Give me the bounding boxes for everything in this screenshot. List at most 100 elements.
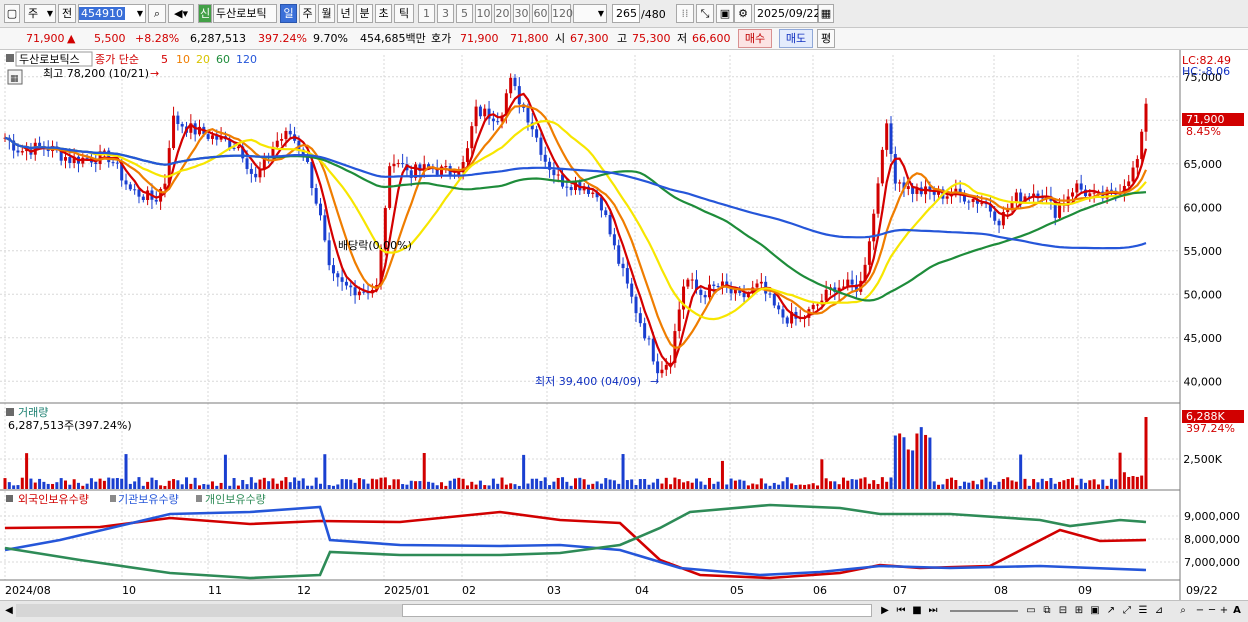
volume-bar (210, 481, 214, 489)
candle-body (1140, 131, 1144, 160)
tab-month[interactable]: 월 (318, 4, 335, 23)
volume-bar (409, 480, 413, 489)
chart-tool-icon[interactable]: ⤡ (696, 4, 714, 23)
candle-body (638, 313, 642, 324)
tab-minute[interactable]: 분 (356, 4, 373, 23)
stock-name[interactable]: 두산로보틱 (213, 4, 277, 23)
zoom-out-icon[interactable]: − (1194, 604, 1206, 618)
zoom-line-icon[interactable]: ─ (1206, 604, 1218, 618)
candle-body (254, 173, 258, 178)
trend-tool-icon[interactable]: ⤢ (1120, 604, 1134, 618)
scroll-left-icon[interactable]: ◀ (4, 604, 14, 618)
volume-bar (794, 485, 798, 489)
volume-bar (833, 481, 837, 489)
price-axis-label: 60,000 (1184, 201, 1223, 214)
candle-body (1058, 205, 1062, 218)
legend-marker-icon (6, 54, 14, 62)
interval-30[interactable]: 30 (513, 4, 530, 23)
layout-icon[interactable]: ▭ (1024, 604, 1038, 618)
candle-body (478, 106, 482, 117)
candle-body (898, 182, 902, 184)
candle-body (401, 163, 405, 165)
zoom-in-icon[interactable]: + (1218, 604, 1230, 618)
tab-day[interactable]: 일 (280, 4, 297, 23)
date-axis-label: 09 (1078, 584, 1092, 597)
volume-bar (958, 485, 962, 489)
candle-body (94, 162, 98, 164)
stock-code-input[interactable]: 454910 ▼ (78, 4, 146, 23)
volume-bar (271, 478, 275, 489)
candle-body (811, 304, 815, 310)
candle-body (124, 180, 128, 185)
zoom-slider[interactable] (950, 610, 1018, 612)
font-size-icon[interactable]: A (1230, 604, 1244, 618)
volume-bar (102, 480, 106, 489)
compare-icon[interactable]: ⊞ (1072, 604, 1086, 618)
volume-bar (452, 478, 456, 489)
custom-interval-select[interactable]: ▼ (573, 4, 607, 23)
candle-body (543, 154, 547, 162)
view-count-input[interactable]: 265 (612, 4, 640, 23)
search-icon[interactable]: ⌕ (148, 4, 166, 23)
stock-chart[interactable]: 75,00070,00065,00060,00055,00050,00045,0… (0, 50, 1248, 602)
interval-3[interactable]: 3 (437, 4, 454, 23)
candle-body (236, 146, 240, 149)
volume-bar (89, 478, 93, 489)
interval-60[interactable]: 60 (532, 4, 549, 23)
interval-10[interactable]: 10 (475, 4, 492, 23)
settings-small-icon[interactable]: ☰ (1136, 604, 1150, 618)
forward-icon[interactable]: ⏭ (926, 604, 940, 618)
volume-legend-icon (6, 408, 14, 416)
tab-year[interactable]: 년 (337, 4, 354, 23)
interval-5[interactable]: 5 (456, 4, 473, 23)
tab-second[interactable]: 초 (375, 4, 392, 23)
market-select[interactable]: 주 ▼ (24, 4, 56, 23)
candle-body (128, 184, 132, 190)
split-icon[interactable]: ⊟ (1056, 604, 1070, 618)
volume-bar (1071, 477, 1075, 489)
gear-icon[interactable]: ⚙ (734, 4, 752, 23)
ask-price: 71,900 (460, 32, 499, 45)
candle-body (249, 168, 253, 174)
zoom-search-icon[interactable]: ⌕ (1176, 604, 1190, 618)
stock-type-badge: 신 (198, 4, 212, 23)
tab-tick[interactable]: 틱 (394, 4, 414, 23)
volume-bar (526, 483, 530, 489)
rewind-icon[interactable]: ⏮ (894, 604, 908, 618)
speaker-icon[interactable]: ◀▾ (168, 4, 194, 23)
volume-bar (1036, 482, 1040, 489)
scroll-thumb[interactable] (402, 604, 872, 617)
buy-button[interactable]: 매수 (738, 29, 772, 48)
fit-icon[interactable]: ▣ (1088, 604, 1102, 618)
candle-body (781, 309, 785, 318)
compare-select[interactable]: 전 (58, 4, 76, 23)
calendar-icon[interactable]: ▦ (818, 4, 834, 23)
sell-button[interactable]: 매도 (779, 29, 813, 48)
chart-type-icon[interactable]: ⊿ (1152, 604, 1166, 618)
date-axis-label: 08 (994, 584, 1008, 597)
scroll-track[interactable] (16, 604, 402, 617)
date-input[interactable]: 2025/09/22 (754, 4, 820, 23)
scroll-right-icon[interactable]: ▶ (878, 604, 892, 618)
price-axis-label: 55,000 (1184, 245, 1223, 258)
interval-120[interactable]: 120 (551, 4, 573, 23)
line-tool-icon[interactable]: ↗ (1104, 604, 1118, 618)
candle-body (491, 118, 495, 122)
legend-foreign-holdings: 외국인보유수량 (18, 493, 89, 506)
candle-body (850, 279, 854, 285)
window-icon[interactable]: ▢ (4, 4, 20, 23)
save-icon[interactable]: ▣ (716, 4, 734, 23)
volume-bar (154, 480, 158, 489)
interval-20[interactable]: 20 (494, 4, 511, 23)
volume-bar (327, 485, 331, 489)
grid-icon[interactable]: ⁞⁞ (676, 4, 694, 23)
volume-bar (288, 482, 292, 489)
evaluate-button[interactable]: 평 (817, 29, 835, 48)
volume-bar (85, 483, 89, 489)
copy-icon[interactable]: ⧉ (1040, 604, 1054, 618)
interval-1[interactable]: 1 (418, 4, 435, 23)
stop-icon[interactable]: ■ (910, 604, 924, 618)
candle-body (535, 129, 539, 138)
chart-scrollbar[interactable]: ◀ ▶ ⏮ ■ ⏭ ▭ ⧉ ⊟ ⊞ ▣ ↗ ⤢ ☰ ⊿ ⌕ − ─ + A (0, 600, 1248, 622)
tab-week[interactable]: 주 (299, 4, 316, 23)
